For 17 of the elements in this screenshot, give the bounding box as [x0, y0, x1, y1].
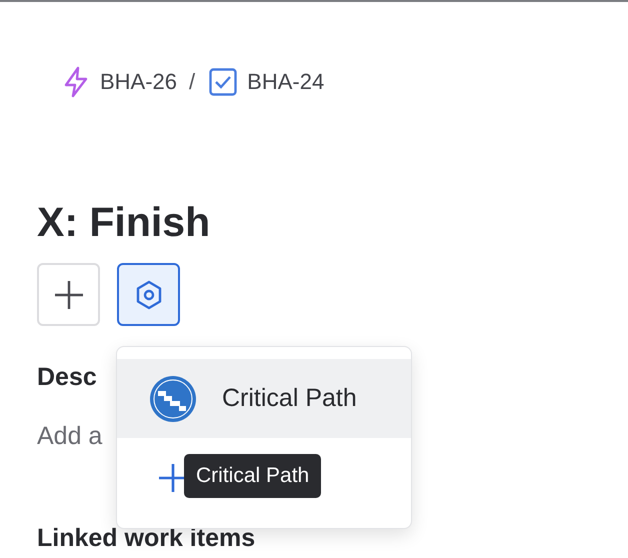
apps-button[interactable]	[117, 263, 180, 326]
add-button[interactable]	[37, 263, 100, 326]
plus-icon	[54, 280, 84, 310]
page-title: X: Finish	[37, 198, 212, 246]
hexagon-icon	[134, 280, 162, 310]
breadcrumb-separator: /	[189, 69, 196, 95]
lightning-icon	[62, 66, 90, 98]
checkbox-icon	[209, 68, 238, 96]
breadcrumb-link[interactable]: BHA-26	[100, 69, 178, 95]
breadcrumb-link[interactable]: BHA-24	[247, 69, 324, 95]
description-placeholder[interactable]: Add a	[37, 421, 102, 451]
section-heading: Linked work items	[37, 523, 256, 553]
tooltip: Critical Path	[184, 454, 322, 498]
plus-icon[interactable]	[159, 463, 187, 493]
section-heading: Desc	[37, 362, 97, 392]
menu-item[interactable]: Critical Path	[117, 359, 411, 438]
app-logo-icon	[149, 374, 197, 422]
